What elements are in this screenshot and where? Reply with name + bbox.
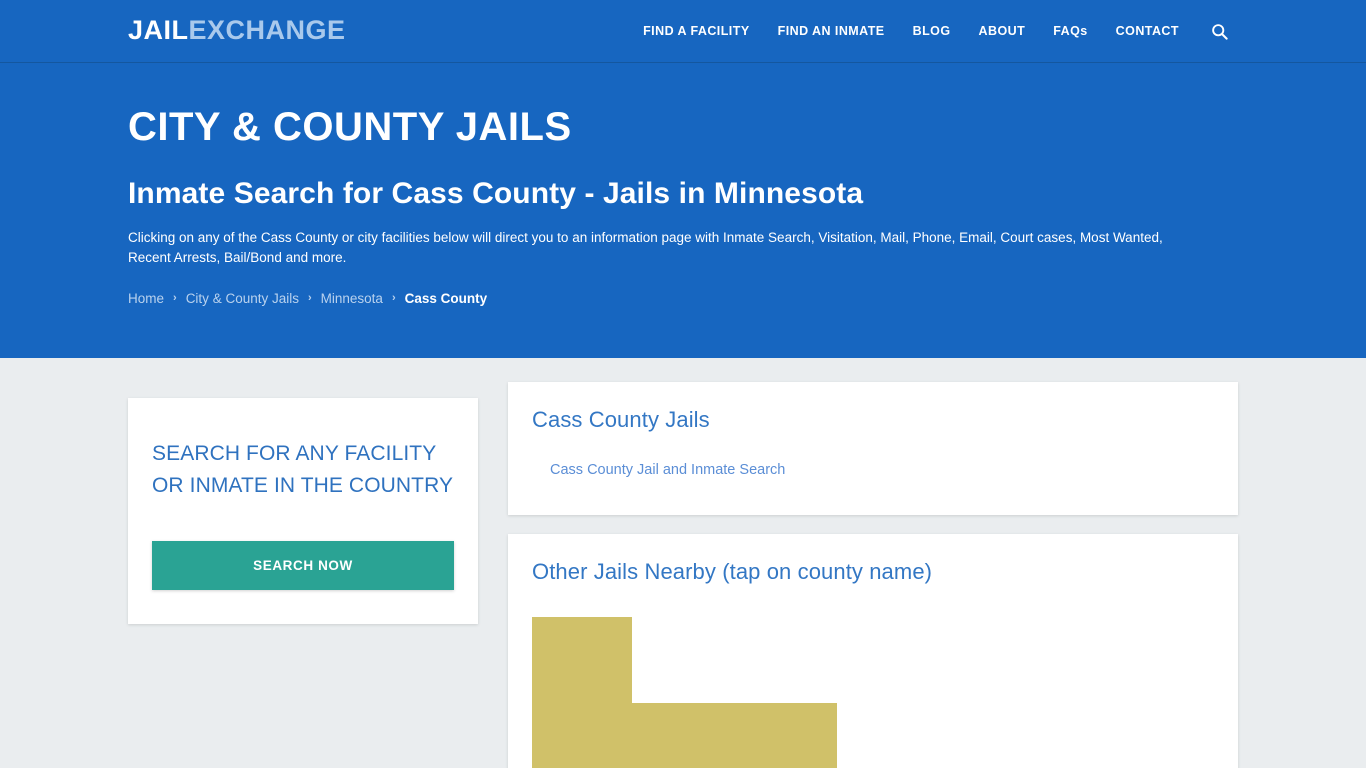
search-card-title: SEARCH FOR ANY FACILITY OR INMATE IN THE… [152,442,454,497]
logo-text-secondary: EXCHANGE [188,15,346,45]
chevron-right-icon: › [173,291,177,304]
chevron-right-icon: › [391,291,396,304]
page-subtitle: Inmate Search for Cass County - Jails in… [128,177,864,210]
breadcrumb-item-cass-county: Cass County [404,291,488,307]
nav-item-faqs[interactable]: FAQs [1039,0,1101,63]
nav-item-find-a-facility[interactable]: FIND A FACILITY [629,0,764,63]
jail-link-cass-county[interactable]: Cass County Jail and Inmate Search [550,462,785,478]
page-title: CITY & COUNTY JAILS [128,105,572,149]
nearby-jails-title: Other Jails Nearby (tap on county name) [532,558,933,584]
main-navigation: FIND A FACILITY FIND AN INMATE BLOG ABOU… [629,0,1238,63]
page-description: Clicking on any of the Cass County or ci… [128,229,1163,266]
county-map[interactable] [532,617,1214,768]
search-facility-card: SEARCH FOR ANY FACILITY OR INMATE IN THE… [128,398,478,624]
search-icon[interactable] [1193,23,1238,40]
breadcrumb: Home › City & County Jails › Minnesota ›… [128,291,1238,306]
nav-item-about[interactable]: ABOUT [965,0,1040,63]
county-polygon[interactable] [532,617,837,768]
logo-text-primary: JAIL [128,15,189,45]
breadcrumb-item-minnesota[interactable]: Minnesota [321,291,383,306]
hero-banner: CITY & COUNTY JAILS Inmate Search for Ca… [0,63,1366,358]
chevron-right-icon: › [307,291,312,304]
site-logo[interactable]: JAILEXCHANGE [128,17,346,44]
nav-item-find-an-inmate[interactable]: FIND AN INMATE [764,0,899,63]
nearby-jails-card: Other Jails Nearby (tap on county name) [508,533,1238,768]
list-item: Cass County Jail and Inmate Search [550,461,1214,479]
county-jails-list: Cass County Jail and Inmate Search [532,461,1214,479]
nav-item-contact[interactable]: CONTACT [1102,0,1193,63]
county-map-shape[interactable] [532,617,1152,768]
site-header: JAILEXCHANGE FIND A FACILITY FIND AN INM… [0,0,1366,63]
county-jails-title: Cass County Jails [532,407,710,432]
page-content: SEARCH FOR ANY FACILITY OR INMATE IN THE… [0,358,1366,768]
main-column: Cass County Jails Cass County Jail and I… [508,358,1238,768]
breadcrumb-item-home[interactable]: Home [128,291,164,306]
search-now-button[interactable]: SEARCH NOW [152,540,454,590]
county-jails-card: Cass County Jails Cass County Jail and I… [508,382,1238,515]
sidebar: SEARCH FOR ANY FACILITY OR INMATE IN THE… [128,358,478,624]
nav-item-blog[interactable]: BLOG [899,0,965,63]
breadcrumb-item-city-county-jails[interactable]: City & County Jails [186,291,299,306]
